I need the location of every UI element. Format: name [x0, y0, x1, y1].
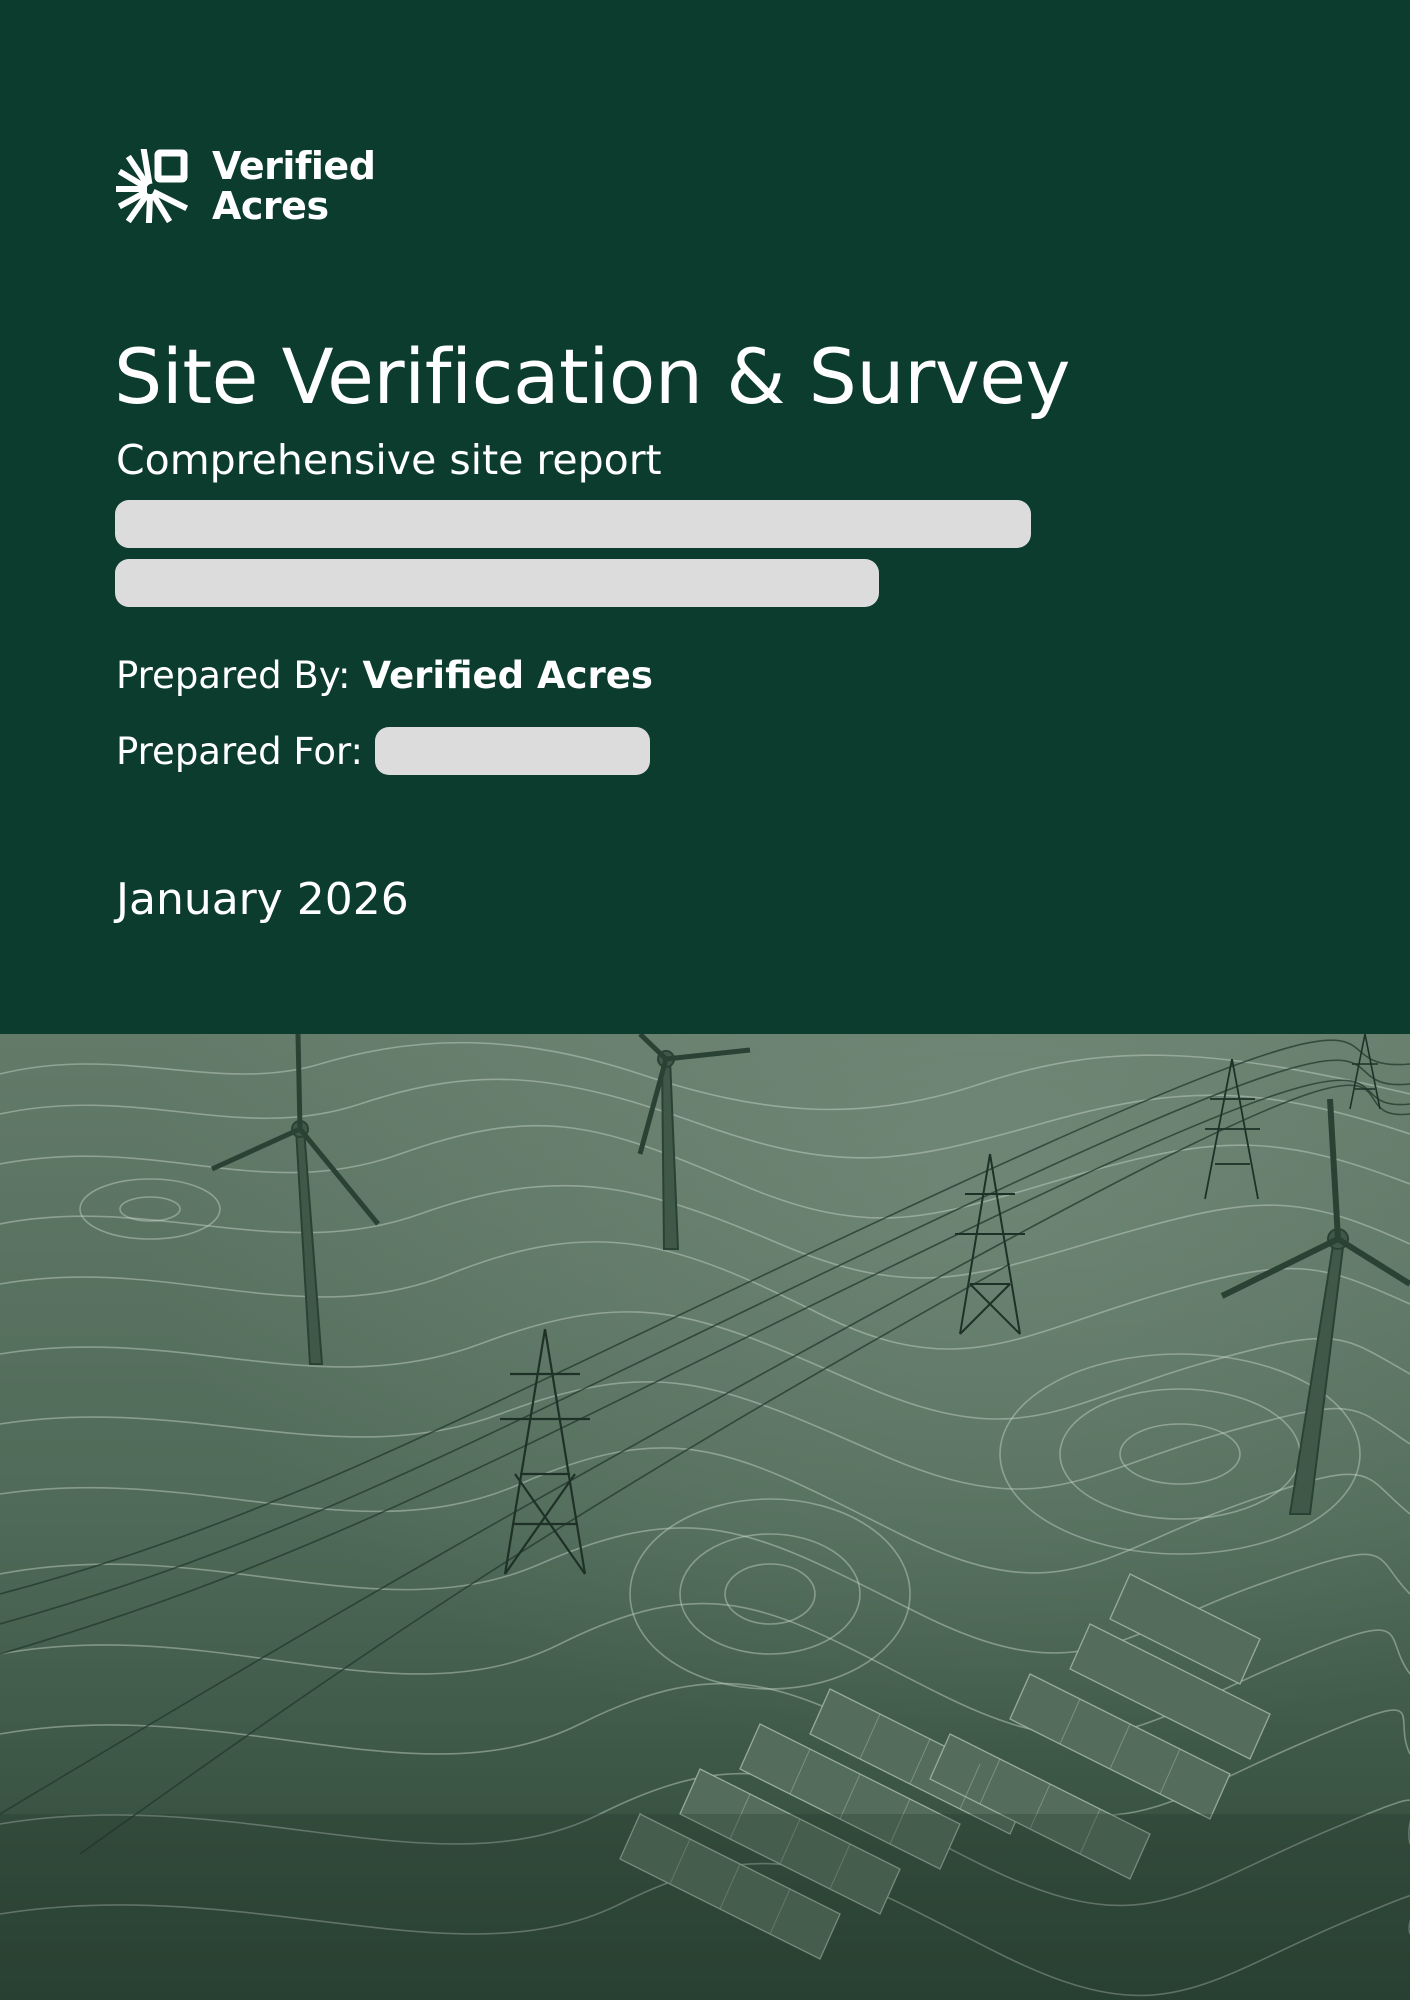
brand-logo: Verified Acres	[116, 144, 376, 228]
prepared-by-label: Prepared By:	[116, 654, 351, 697]
verified-acres-logo-icon	[116, 149, 189, 223]
brand-name-line2: Acres	[212, 184, 329, 228]
brand-name-line1: Verified	[212, 144, 376, 188]
prepared-for-label: Prepared For:	[116, 729, 364, 773]
report-date: January 2026	[116, 874, 409, 925]
brand-wordmark: Verified Acres	[212, 144, 376, 228]
prepared-for-row: Prepared For:	[116, 727, 651, 775]
cover-header: Verified Acres Site Verification & Surve…	[0, 0, 1410, 1034]
landscape-illustration	[0, 1034, 1410, 2000]
redacted-line-2	[115, 559, 879, 607]
prepared-by-row: Prepared By: Verified Acres	[116, 654, 653, 697]
prepared-by-value: Verified Acres	[362, 654, 653, 697]
report-subtitle: Comprehensive site report	[116, 436, 662, 484]
report-cover: Verified Acres Site Verification & Surve…	[0, 0, 1410, 2000]
redacted-client-name	[375, 727, 651, 775]
report-title: Site Verification & Survey	[114, 332, 1071, 421]
redacted-line-1	[115, 500, 1031, 548]
